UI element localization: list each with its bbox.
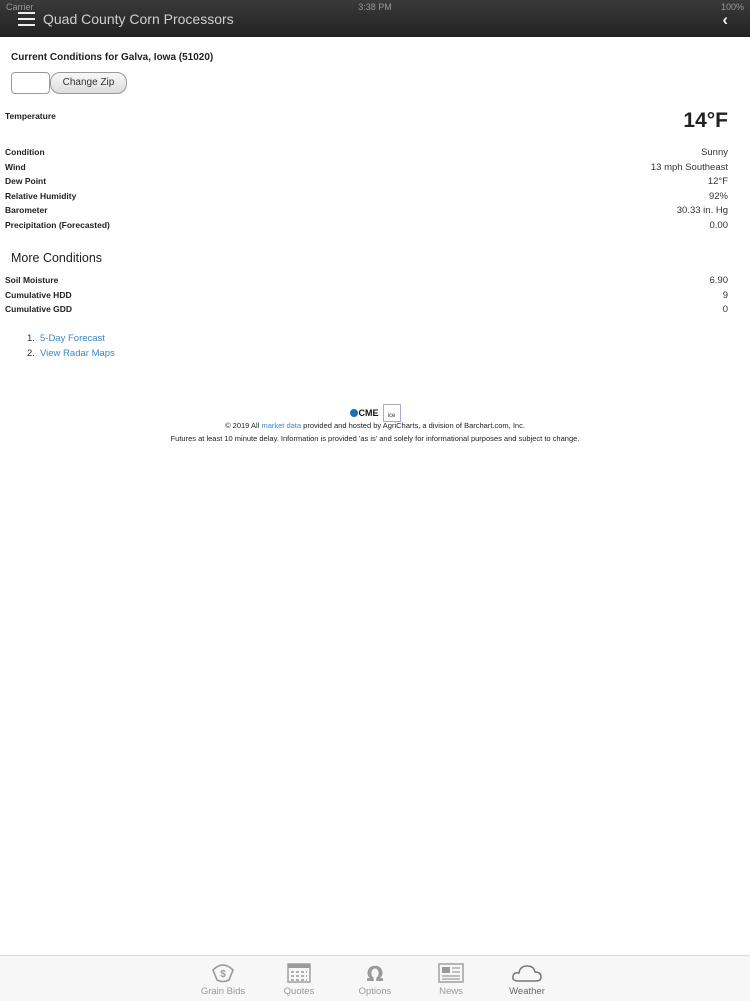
condition-label: Soil Moisture [5, 275, 59, 285]
tab-news[interactable]: News [423, 962, 479, 997]
condition-row: Dew Point 12°F [5, 176, 728, 191]
condition-label: Relative Humidity [5, 190, 77, 201]
conditions-table: Temperature 14°F Condition Sunny Wind 13… [5, 109, 728, 235]
condition-value: 13 mph Southeast [650, 161, 728, 173]
tab-grain-bids[interactable]: $ Grain Bids [195, 962, 251, 997]
condition-row: Cumulative HDD 9 [5, 290, 728, 305]
current-conditions-section: Current Conditions for Galva, Iowa (5102… [11, 52, 739, 94]
grain-bids-icon: $ [212, 964, 234, 983]
condition-label: Condition [5, 147, 45, 157]
tab-label: Quotes [283, 986, 315, 997]
condition-label: Wind [5, 161, 26, 172]
condition-label: Temperature [5, 111, 56, 121]
tab-bar: $ Grain Bids Quotes Ω Options News Weath… [0, 955, 750, 1001]
copyright-line: © 2019 All market data provided and host… [0, 421, 750, 430]
tab-options[interactable]: Ω Options [347, 962, 403, 997]
list-number: 1. [27, 333, 35, 344]
svg-text:$: $ [220, 969, 226, 980]
more-conditions-table: Soil Moisture 6.90 Cumulative HDD 9 Cumu… [5, 275, 728, 319]
more-conditions-title: More Conditions [11, 251, 103, 265]
tab-quotes[interactable]: Quotes [271, 962, 327, 997]
disclaimer-line: Futures at least 10 minute delay. Inform… [170, 434, 580, 443]
current-conditions-title: Current Conditions for Galva, Iowa (5102… [11, 52, 214, 63]
options-icon: Ω [366, 962, 383, 984]
condition-row: Precipitation (Forecasted) 0.00 [5, 220, 728, 235]
quotes-icon [287, 963, 311, 983]
cme-logo: CME [358, 408, 379, 418]
ice-logo: ice [382, 404, 401, 422]
condition-value: 92% [708, 190, 728, 202]
app-title: Quad County Corn Processors [43, 11, 234, 27]
list-number: 2. [27, 348, 35, 359]
cme-globe-icon [349, 409, 358, 417]
weather-links-list: 1. 5-Day Forecast 2. View Radar Maps [27, 333, 115, 363]
tab-label: News [439, 986, 463, 997]
copyright-prefix: © 2019 All [225, 421, 262, 430]
condition-label: Cumulative GDD [5, 304, 73, 315]
back-chevron-icon[interactable]: ‹ [722, 10, 728, 30]
condition-value: 6.90 [709, 275, 729, 286]
condition-row: Wind 13 mph Southeast [5, 162, 728, 177]
tab-label: Weather [509, 986, 545, 997]
weather-icon [512, 965, 542, 982]
condition-label: Dew Point [5, 176, 47, 187]
hamburger-menu-icon[interactable] [18, 12, 35, 26]
change-zip-button[interactable]: Change Zip [50, 72, 127, 94]
tab-weather[interactable]: Weather [499, 962, 555, 997]
copyright-suffix: provided and hosted by AgriCharts, a div… [301, 421, 525, 430]
svg-text:Ω: Ω [366, 962, 383, 984]
market-data-link[interactable]: market data [261, 421, 301, 430]
footer: CME ice © 2019 All market data provided a… [0, 404, 750, 443]
tab-label: Options [358, 986, 392, 997]
condition-row: Condition Sunny [5, 147, 728, 162]
exchange-logos: CME ice [0, 404, 750, 422]
app-header: Carrier 3:38 PM 100% Quad County Corn Pr… [0, 0, 750, 37]
list-item: 1. 5-Day Forecast [27, 333, 115, 348]
condition-label: Cumulative HDD [5, 289, 72, 300]
condition-label: Barometer [5, 205, 48, 216]
condition-row: Relative Humidity 92% [5, 191, 728, 206]
condition-value: Sunny [701, 147, 728, 158]
condition-value: 9 [722, 289, 728, 301]
condition-value: 12°F [707, 176, 728, 188]
news-icon [438, 963, 464, 983]
condition-value: 0 [722, 304, 728, 316]
five-day-forecast-link[interactable]: 5-Day Forecast [40, 333, 105, 344]
condition-row: Cumulative GDD 0 [5, 304, 728, 319]
condition-row: Barometer 30.33 in. Hg [5, 205, 728, 220]
condition-label: Precipitation (Forecasted) [5, 219, 110, 230]
condition-row: Soil Moisture 6.90 [5, 275, 728, 290]
zip-input[interactable] [11, 72, 50, 94]
condition-value: 0.00 [709, 219, 729, 231]
tab-label: Grain Bids [200, 986, 246, 997]
condition-value: 30.33 in. Hg [676, 205, 728, 217]
temperature-value: 14°F [683, 109, 728, 132]
view-radar-maps-link[interactable]: View Radar Maps [40, 348, 115, 359]
condition-row-temperature: Temperature 14°F [5, 109, 728, 147]
list-item: 2. View Radar Maps [27, 348, 115, 363]
